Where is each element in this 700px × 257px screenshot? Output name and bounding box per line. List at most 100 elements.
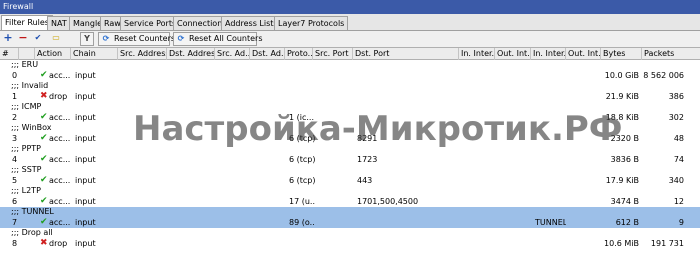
rule-dst-port (355, 70, 459, 81)
col-src-address[interactable]: Src. Address (118, 48, 167, 60)
rule-comment[interactable]: ;;; TUNNEL (0, 207, 700, 217)
table-row[interactable]: 1 ✖ drop input 21.9 KiB 386 (0, 91, 700, 102)
col-protocol[interactable]: Proto... (285, 48, 313, 60)
col-packets[interactable]: Packets (642, 48, 700, 60)
rule-in-interface-list (533, 175, 566, 186)
rule-action: acc... (49, 176, 71, 185)
rule-action: acc... (49, 71, 71, 80)
rule-protocol (287, 238, 315, 249)
table-header: # Action Chain Src. Address Dst. Address… (0, 47, 700, 60)
col-flags[interactable] (19, 48, 35, 60)
rule-number: 0 (12, 71, 18, 80)
tab-address-lists[interactable]: Address Lists (221, 16, 282, 30)
rules-table: ;;; ERU 0 ✔ acc... input 10.0 GiB 8 562 … (0, 60, 700, 257)
rule-dst-port: 1701,500,4500 (357, 197, 419, 206)
col-src-address-list[interactable]: Src. Ad... (215, 48, 250, 60)
col-number[interactable]: # (0, 48, 19, 60)
rule-packets: 8 562 006 (643, 71, 684, 80)
tab-service-ports[interactable]: Service Ports (120, 16, 181, 30)
rule-protocol (287, 70, 315, 81)
col-bytes[interactable]: Bytes (601, 48, 642, 60)
rule-comment[interactable]: ;;; L2TP (0, 186, 700, 196)
rule-bytes: 10.0 GiB (604, 71, 639, 80)
rule-chain: input (75, 218, 96, 227)
rule-number: 5 (12, 176, 18, 185)
rule-bytes: 3836 B (610, 155, 639, 164)
col-dst-address-list[interactable]: Dst. Ad... (250, 48, 285, 60)
rule-dst-port: 1723 (357, 155, 378, 164)
col-dst-port[interactable]: Dst. Port (353, 48, 459, 60)
rule-action: acc... (49, 155, 71, 164)
minus-icon[interactable]: − (17, 32, 31, 46)
rule-packets: 74 (673, 155, 684, 164)
col-in-interface[interactable]: In. Inter... (459, 48, 495, 60)
col-chain[interactable]: Chain (71, 48, 118, 60)
rule-action: acc... (49, 218, 71, 227)
tab-nat[interactable]: NAT (47, 16, 71, 30)
toolbar: + − ✔ ▭ Y ⟳ Reset Counters ⟳ Reset All C… (0, 31, 700, 47)
rule-number: 8 (12, 239, 18, 248)
table-row[interactable]: 8 ✖ drop input 10.6 MiB 191 731 (0, 238, 700, 249)
rule-in-interface-list (533, 238, 566, 249)
table-row[interactable]: 6 ✔ acc... input 17 (u... 1701,500,4500 … (0, 196, 700, 207)
table-row[interactable]: 0 ✔ acc... input 10.0 GiB 8 562 006 (0, 70, 700, 81)
table-row-selected[interactable]: 7 ✔ acc... input 89 (o... TUNNEL 612 B 9 (0, 217, 700, 228)
window-title: Firewall (0, 0, 700, 14)
reset-counters-label: Reset Counters (114, 34, 176, 43)
rule-in-interface-list (533, 154, 566, 165)
rule-comment[interactable]: ;;; Invalid (0, 81, 700, 91)
tab-bar: Filter Rules NAT Mangle Raw Service Port… (0, 14, 700, 31)
reset-counters-button[interactable]: ⟳ Reset Counters (98, 32, 175, 46)
reset-all-counters-label: Reset All Counters (189, 34, 263, 43)
tab-filter-rules[interactable]: Filter Rules (1, 15, 53, 30)
rule-dst-port (355, 238, 459, 249)
filter-icon[interactable]: Y (80, 32, 94, 46)
check-icon[interactable]: ✔ (32, 32, 46, 46)
rule-bytes: 612 B (615, 218, 639, 227)
rule-chain: input (75, 134, 96, 143)
rule-chain: input (75, 176, 96, 185)
rule-number: 7 (12, 218, 18, 227)
col-src-port[interactable]: Src. Port (313, 48, 353, 60)
watermark-text: Настройка-Микротик.РФ (133, 109, 623, 149)
rule-dst-port: 443 (357, 176, 373, 185)
rule-chain: input (75, 239, 96, 248)
rule-comment[interactable]: ;;; SSTP (0, 165, 700, 175)
rule-in-interface-list (533, 196, 566, 207)
rule-protocol: 6 (tcp) (289, 155, 315, 164)
rule-in-interface-list (533, 91, 566, 102)
tab-layer7-protocols[interactable]: Layer7 Protocols (274, 16, 349, 30)
col-in-interface-list[interactable]: In. Inter... (531, 48, 566, 60)
rule-chain: input (75, 197, 96, 206)
rule-protocol (287, 91, 315, 102)
rule-packets: 191 731 (650, 239, 684, 248)
rule-bytes: 17.9 KiB (605, 176, 639, 185)
counter-reset-all-icon: ⟳ (177, 34, 185, 43)
col-out-interface[interactable]: Out. Int... (495, 48, 531, 60)
rule-number: 4 (12, 155, 18, 164)
col-action[interactable]: Action (35, 48, 71, 60)
col-out-interface-list[interactable]: Out. Int... (566, 48, 601, 60)
rule-packets: 386 (668, 92, 684, 101)
counter-reset-icon: ⟳ (102, 34, 110, 43)
rule-bytes: 10.6 MiB (604, 239, 639, 248)
rule-action: acc... (49, 134, 71, 143)
rule-action: drop (49, 239, 68, 248)
rule-comment[interactable]: ;;; Drop all (0, 228, 700, 238)
comment-icon[interactable]: ▭ (50, 32, 64, 46)
rule-in-interface-list: TUNNEL (535, 218, 566, 227)
rule-action: drop (49, 92, 68, 101)
rule-number: 3 (12, 134, 18, 143)
rule-dst-port (355, 91, 459, 102)
col-dst-address[interactable]: Dst. Address (167, 48, 215, 60)
table-row[interactable]: 5 ✔ acc... input 6 (tcp) 443 17.9 KiB 34… (0, 175, 700, 186)
rule-packets: 48 (673, 134, 684, 143)
plus-icon[interactable]: + (2, 32, 16, 46)
rule-chain: input (75, 92, 96, 101)
rule-comment[interactable]: ;;; ERU (0, 60, 700, 70)
rule-packets: 12 (673, 197, 684, 206)
table-row[interactable]: 4 ✔ acc... input 6 (tcp) 1723 3836 B 74 (0, 154, 700, 165)
reset-all-counters-button[interactable]: ⟳ Reset All Counters (173, 32, 263, 46)
rule-protocol: 17 (u... (289, 197, 315, 206)
rule-number: 1 (12, 92, 18, 101)
